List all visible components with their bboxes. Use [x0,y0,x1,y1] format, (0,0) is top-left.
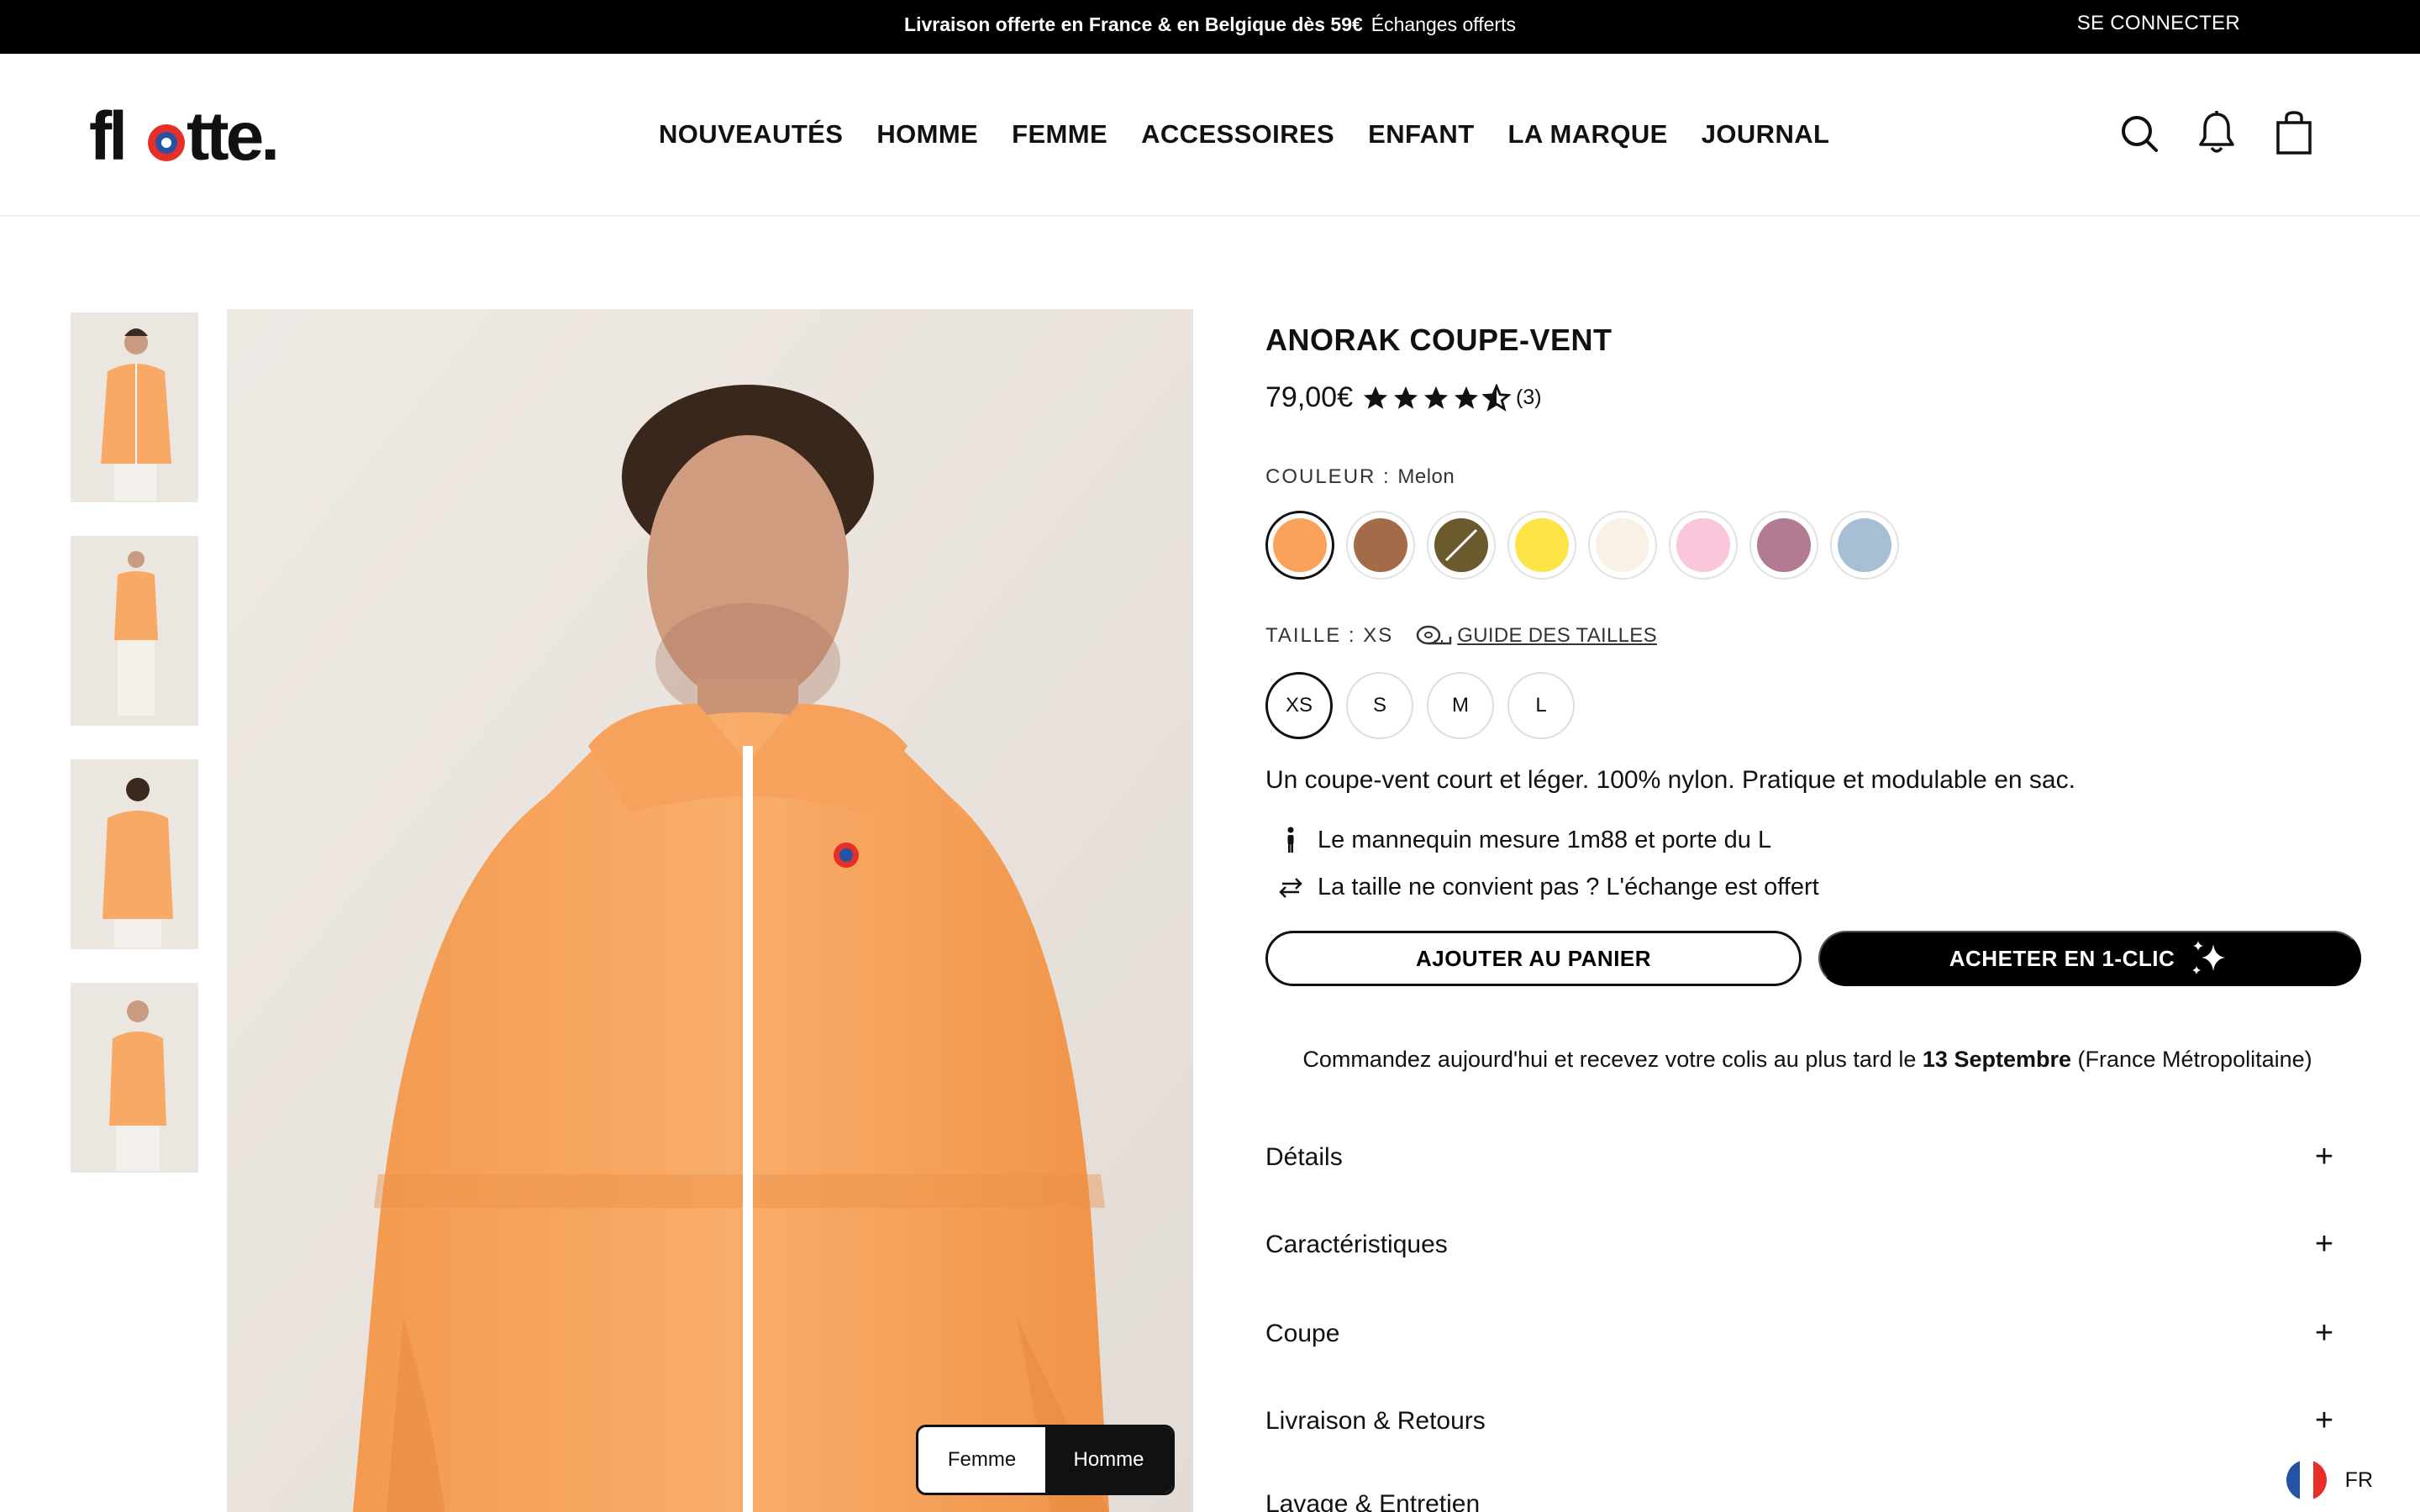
plus-icon: + [2314,1226,2334,1262]
model-info: Le mannequin mesure 1m88 et porte du L [1276,825,1771,855]
language-code: FR [2344,1467,2373,1492]
person-icon [1276,825,1306,855]
thumbnail-front[interactable] [71,312,198,502]
swatch-blue[interactable] [1830,511,1899,580]
search-icon[interactable] [2119,109,2160,156]
swatch-mauve[interactable] [1749,511,1818,580]
thumbnail-back[interactable] [71,759,198,949]
delivery-before: Commandez aujourd'hui et recevez votre c… [1302,1047,1917,1072]
thumbnail-full-front[interactable] [71,536,198,726]
language-selector[interactable]: FR [2286,1460,2373,1500]
product-title: ANORAK COUPE-VENT [1265,323,1612,357]
color-label: COULEUR : Melon [1265,465,1455,489]
gender-femme-option[interactable]: Femme [918,1427,1045,1493]
accordion-livraison-retours[interactable]: Livraison & Retours + [1265,1403,2341,1439]
promo-shipping: Livraison offerte en France & en Belgiqu… [904,13,1363,35]
size-s[interactable]: S [1346,672,1413,739]
swatch-yellow[interactable] [1507,511,1576,580]
color-label-text: COULEUR : [1265,465,1391,488]
france-flag-icon [2286,1460,2327,1500]
bell-icon[interactable] [2196,109,2237,156]
swatch-pink[interactable] [1669,511,1738,580]
size-options: XS S M L [1265,672,1588,739]
delivery-after: (France Métropolitaine) [2077,1047,2312,1072]
header-icons [2119,109,2314,156]
bag-icon[interactable] [2274,109,2314,156]
buy-one-click-button[interactable]: ACHETER EN 1-CLIC [1818,931,2361,986]
accordion-details-label: Détails [1265,1142,1343,1171]
size-label-row: TAILLE : XS GUIDE DES TAILLES [1265,623,1657,648]
size-guide-text: GUIDE DES TAILLES [1457,624,1657,647]
review-count[interactable]: (3) [1516,386,1542,410]
star-icon [1392,384,1420,412]
svg-text:fl: fl [89,102,124,170]
size-m[interactable]: M [1427,672,1494,739]
accordion-coupe-label: Coupe [1265,1319,1340,1347]
announcement-bar: Livraison offerte en France & en Belgiqu… [0,0,2420,54]
main-nav: NOUVEAUTÉS HOMME FEMME ACCESSOIRES ENFAN… [659,119,1863,150]
nav-la-marque[interactable]: LA MARQUE [1508,119,1668,150]
measuring-tape-icon [1415,623,1452,648]
thumbnail-side[interactable] [71,983,198,1173]
nav-homme[interactable]: HOMME [876,119,978,150]
svg-text:tte.: tte. [187,102,276,170]
swatch-brown[interactable] [1346,511,1415,580]
size-guide-link[interactable]: GUIDE DES TAILLES [1415,623,1657,648]
accordion-caracteristiques[interactable]: Caractéristiques + [1265,1226,2341,1263]
half-star-icon [1481,382,1512,412]
product-price: 79,00€ [1265,381,1353,413]
price-row: 79,00€ (3) [1265,381,1542,414]
promo-text: Livraison offerte en France & en Belgiqu… [0,13,2420,36]
size-l[interactable]: L [1507,672,1575,739]
star-icon [1422,384,1450,412]
add-to-cart-button[interactable]: AJOUTER AU PANIER [1265,931,1802,986]
delivery-estimate: Commandez aujourd'hui et recevez votre c… [1265,1047,2349,1073]
nav-accessoires[interactable]: ACCESSOIRES [1141,119,1334,150]
accordion-lavage-entretien[interactable]: Lavage & Entretien [1265,1490,2341,1512]
product-photo [227,309,1193,1512]
model-info-text: Le mannequin mesure 1m88 et porte du L [1318,826,1772,853]
accordion-coupe[interactable]: Coupe + [1265,1315,2341,1352]
accordion-lavage-label: Lavage & Entretien [1265,1490,1481,1512]
plus-icon: + [2314,1315,2334,1351]
rating-stars[interactable] [1361,382,1512,412]
buy-one-click-label: ACHETER EN 1-CLIC [1949,945,2175,971]
swatch-olive[interactable] [1427,511,1496,580]
swatch-melon[interactable] [1265,511,1334,580]
star-icon [1361,384,1390,412]
plus-icon: + [2314,1139,2334,1174]
exchange-info: La taille ne convient pas ? L'échange es… [1276,872,1819,902]
nav-nouveautes[interactable]: NOUVEAUTÉS [659,119,843,150]
promo-exchange: Échanges offerts [1370,13,1516,35]
accordion-details[interactable]: Détails + [1265,1139,2341,1175]
thumbnail-list [71,312,198,1206]
swatch-cream[interactable] [1588,511,1657,580]
accordion-livraison-label: Livraison & Retours [1265,1406,1486,1435]
site-header: fl tte. NOUVEAUTÉS HOMME FEMME ACCESSOIR… [0,54,2420,217]
product-description: Un coupe-vent court et léger. 100% nylon… [1265,766,2075,794]
gender-homme-option[interactable]: Homme [1045,1427,1172,1493]
flotte-logo[interactable]: fl tte. [89,102,282,170]
gender-toggle: Femme Homme [916,1425,1175,1495]
size-label: TAILLE : XS [1265,624,1394,647]
nav-journal[interactable]: JOURNAL [1702,119,1830,150]
login-link[interactable]: SE CONNECTER [2077,12,2240,35]
delivery-date: 13 Septembre [1922,1047,2071,1072]
plus-icon: + [2314,1403,2334,1438]
exchange-arrows-icon [1276,872,1306,902]
size-xs[interactable]: XS [1265,672,1333,739]
nav-enfant[interactable]: ENFANT [1368,119,1474,150]
accordion-caracteristiques-label: Caractéristiques [1265,1230,1448,1258]
color-value: Melon [1397,465,1455,488]
exchange-info-text: La taille ne convient pas ? L'échange es… [1318,873,1819,900]
color-swatches [1265,511,1911,580]
sparkle-icon [2188,937,2230,979]
nav-femme[interactable]: FEMME [1012,119,1107,150]
star-icon [1452,384,1481,412]
main-product-image[interactable] [227,309,1193,1512]
